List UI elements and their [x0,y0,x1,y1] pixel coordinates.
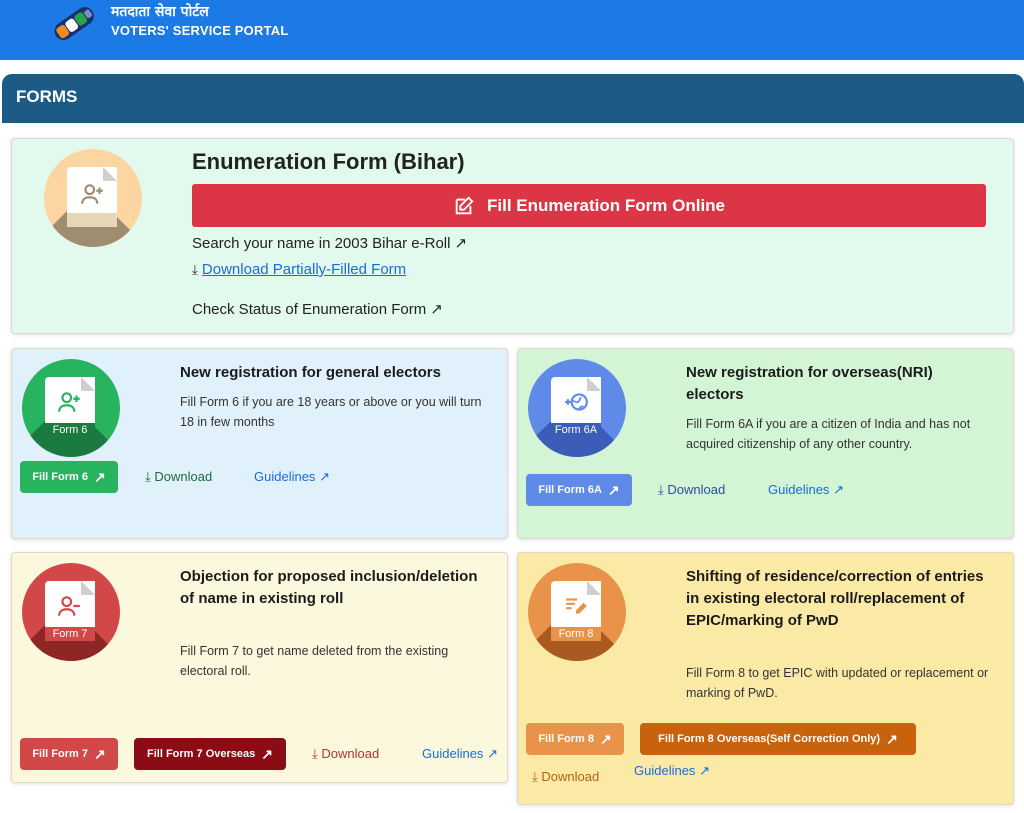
arrow-up-right-icon: ↗ [93,745,106,762]
ballot-logo-icon[interactable] [46,0,104,46]
add-user-icon [81,184,103,204]
download-icon: ⤓ [192,262,198,277]
form6-download-link[interactable]: ⤓ Download [145,469,212,485]
form6a-card: Form 6A New registration for overseas(NR… [517,348,1014,539]
arrow-up-right-icon: ↗ [261,745,273,762]
enumeration-form-icon [44,149,142,247]
arrow-up-right-icon: ↗ [699,763,710,778]
form6a-title: New registration for overseas(NRI) elect… [686,364,933,403]
arrow-up-right-icon: ↗ [454,235,468,252]
form6-badge: Form 6 [45,423,95,437]
form8-guidelines-link[interactable]: Guidelines ↗ [634,763,710,779]
form8-download-label: Download [541,769,600,784]
download-partial-label: Download Partially-Filled Form [201,261,407,278]
fill-form8-button[interactable]: Fill Form 8 ↗ [526,723,624,755]
form8-title: Shifting of residence/correction of entr… [686,568,984,629]
form6a-guidelines-label: Guidelines [768,482,830,497]
form6-card: Form 6 New registration for general elec… [11,348,508,539]
form8-guidelines-label: Guidelines [634,763,696,778]
arrow-up-right-icon: ↗ [599,730,612,747]
search-eroll-link[interactable]: Search your name in 2003 Bihar e-Roll ↗ [192,234,467,252]
arrow-up-right-icon: ↗ [93,468,106,485]
form6-guidelines-link[interactable]: Guidelines ↗ [254,469,330,485]
portal-title-hindi: मतदाता सेवा पोर्टल [111,4,209,20]
arrow-up-right-icon: ↗ [833,482,844,497]
fill-form7-label: Fill Form 7 [32,748,88,760]
arrow-up-right-icon: ↗ [487,746,498,761]
form7-card: Form 7 Objection for proposed inclusion/… [11,552,508,783]
fill-form8-label: Fill Form 8 [538,733,594,745]
check-status-label: Check Status of Enumeration Form [192,301,427,318]
fill-form6-label: Fill Form 6 [32,471,88,483]
form8-icon: Form 8 [528,563,626,661]
forms-section-header: FORMS [2,74,1024,123]
fill-form6a-button[interactable]: Fill Form 6A ↗ [526,474,632,506]
fill-form8-overseas-button[interactable]: Fill Form 8 Overseas(Self Correction Onl… [640,723,916,755]
form6a-download-link[interactable]: ⤓ Download [658,482,725,498]
arrow-up-right-icon: ↗ [886,730,898,747]
form7-description: Fill Form 7 to get name deleted from the… [180,644,449,678]
search-eroll-label: Search your name in 2003 Bihar e-Roll [192,235,451,252]
arrow-up-right-icon: ↗ [319,469,330,484]
form8-download-link[interactable]: ⤓ Download [532,769,599,785]
add-user-icon [58,392,80,412]
form6a-icon: Form 6A [528,359,626,457]
form7-guidelines-link[interactable]: Guidelines ↗ [422,746,498,762]
top-header: मतदाता सेवा पोर्टल VOTERS' SERVICE PORTA… [0,0,1024,60]
form6-icon: Form 6 [22,359,120,457]
download-icon: ⤓ [532,769,538,784]
fill-form7-overseas-button[interactable]: Fill Form 7 Overseas ↗ [134,738,286,770]
enumeration-title: Enumeration Form (Bihar) [192,149,465,174]
fill-form6-button[interactable]: Fill Form 6 ↗ [20,461,118,493]
form8-description: Fill Form 8 to get EPIC with updated or … [686,666,989,700]
fill-form7-button[interactable]: Fill Form 7 ↗ [20,738,118,770]
form8-card: Form 8 Shifting of residence/correction … [517,552,1014,805]
form6a-guidelines-link[interactable]: Guidelines ↗ [768,482,844,498]
form8-badge: Form 8 [551,627,601,641]
form6-title: New registration for general electors [180,364,441,381]
edit-icon [455,195,474,214]
globe-icon [565,393,588,411]
fill-form7-overseas-label: Fill Form 7 Overseas [147,748,256,760]
form7-badge: Form 7 [45,627,95,641]
section-title: FORMS [16,87,78,106]
fill-form8-overseas-label: Fill Form 8 Overseas(Self Correction Onl… [658,733,881,745]
check-status-link[interactable]: Check Status of Enumeration Form ↗ [192,300,443,318]
download-icon: ⤓ [145,469,151,484]
download-icon: ⤓ [658,482,664,497]
fill-enumeration-online-button[interactable]: Fill Enumeration Form Online [192,184,986,227]
form6-download-label: Download [154,469,213,484]
portal-title-english: VOTERS' SERVICE PORTAL [111,23,289,38]
form7-icon: Form 7 [22,563,120,661]
form6a-badge: Form 6A [551,423,601,437]
arrow-up-right-icon: ↗ [430,301,443,318]
form7-title: Objection for proposed inclusion/deletio… [180,568,478,607]
form7-download-label: Download [321,746,380,761]
form7-guidelines-label: Guidelines [422,746,484,761]
form7-download-link[interactable]: ⤓ Download [312,746,379,762]
enumeration-card: Enumeration Form (Bihar) Fill Enumeratio… [11,138,1014,334]
arrow-up-right-icon: ↗ [607,481,620,498]
form6-guidelines-label: Guidelines [254,469,316,484]
edit-lines-icon [566,598,587,614]
form6a-download-label: Download [667,482,726,497]
form6-description: Fill Form 6 if you are 18 years or above… [180,395,482,429]
fill-form6a-label: Fill Form 6A [538,484,602,496]
fill-online-label: Fill Enumeration Form Online [486,195,726,215]
download-partial-link[interactable]: ⤓ Download Partially-Filled Form [192,261,406,278]
form6a-description: Fill Form 6A if you are a citizen of Ind… [686,417,971,451]
download-icon: ⤓ [312,746,318,761]
remove-user-icon [58,596,80,616]
